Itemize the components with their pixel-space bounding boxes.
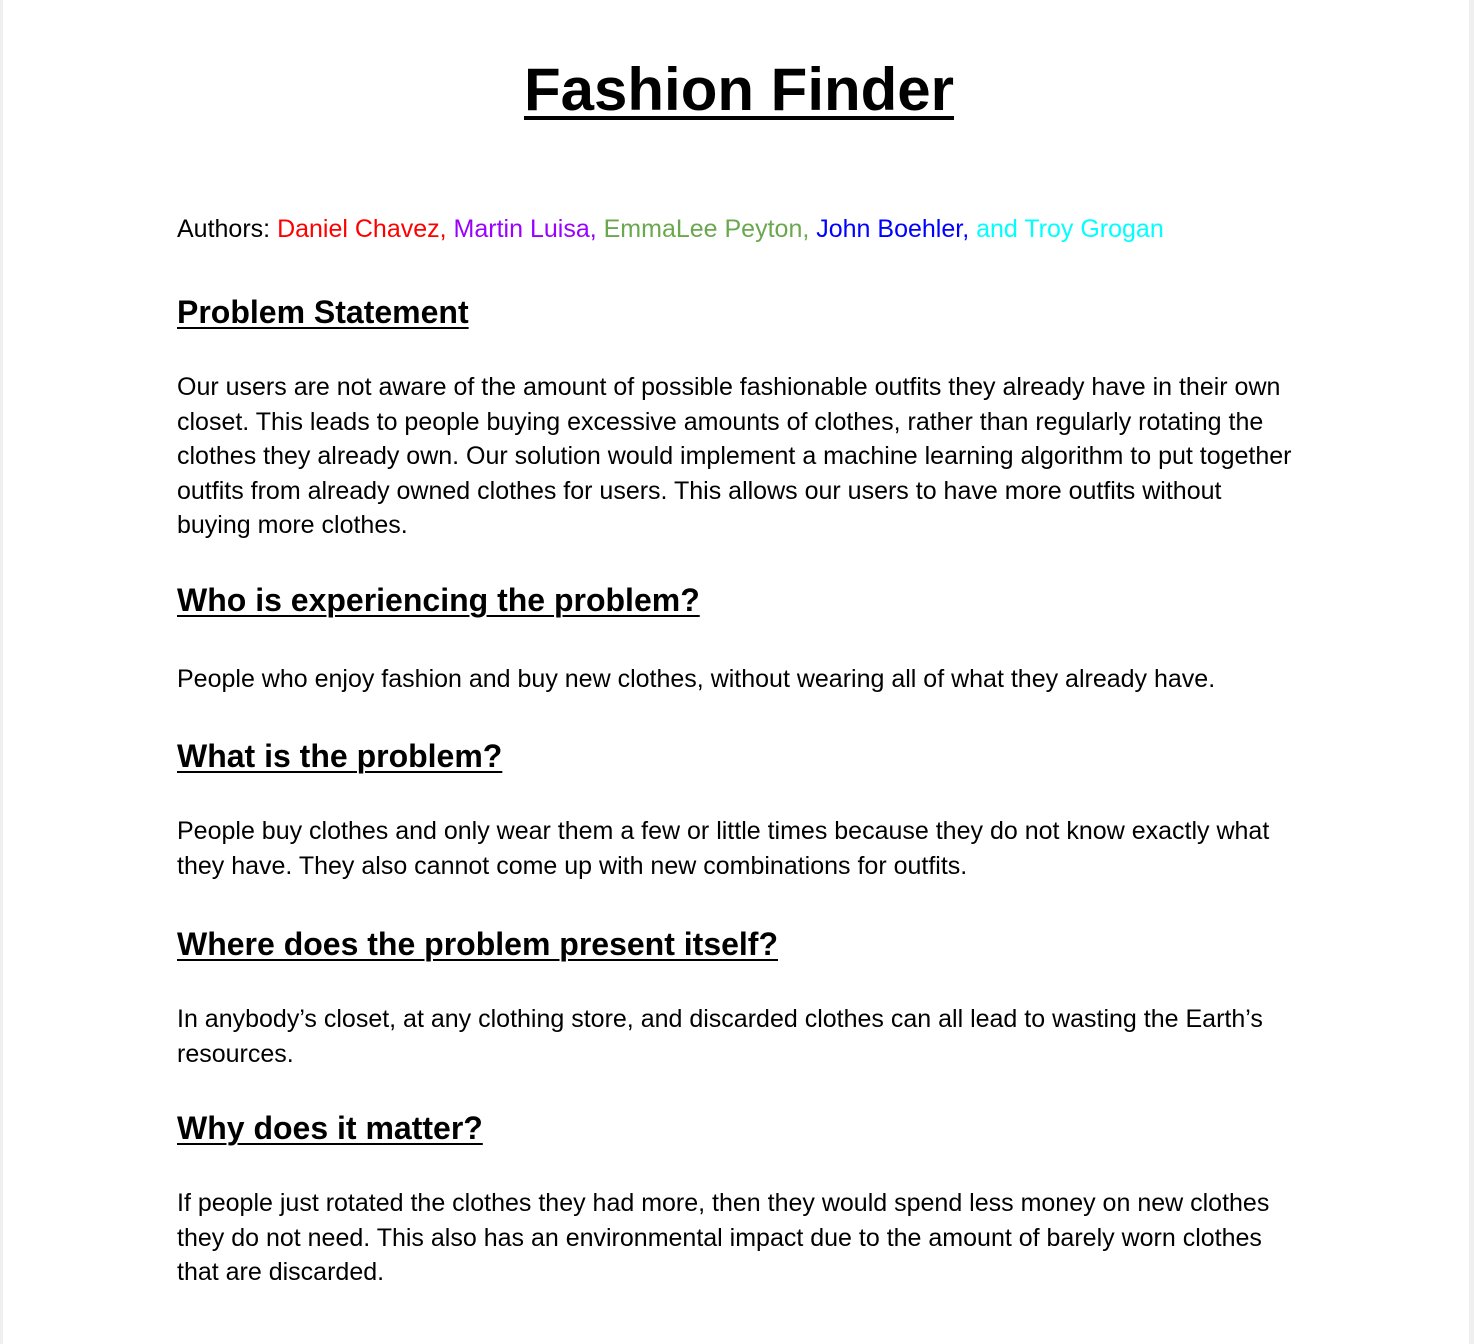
author-name: John Boehler, (816, 215, 970, 243)
section-heading-where: Where does the problem present itself? (177, 926, 778, 962)
section-heading-who: Who is experiencing the problem? (177, 582, 700, 618)
author-name: Martin Luisa, (453, 215, 597, 243)
author-name: Daniel Chavez, (277, 215, 447, 243)
document-page: Fashion Finder Authors: Daniel Chavez, M… (3, 0, 1469, 1344)
section-body-problem-statement: Our users are not aware of the amount of… (177, 373, 1292, 539)
section-body-what: People buy clothes and only wear them a … (177, 817, 1270, 880)
authors-line: Authors: Daniel Chavez, Martin Luisa, Em… (177, 212, 1164, 246)
authors-label: Authors: (177, 215, 278, 243)
author-name: and Troy Grogan (976, 215, 1164, 243)
author-name: EmmaLee Peyton, (603, 215, 810, 243)
section-body-why: If people just rotated the clothes they … (177, 1189, 1270, 1286)
section-heading-why: Why does it matter? (177, 1110, 483, 1146)
section-body-who: People who enjoy fashion and buy new clo… (177, 665, 1216, 693)
section-heading-problem-statement: Problem Statement (177, 294, 469, 330)
document-title: Fashion Finder (523, 56, 955, 123)
section-body-where: In anybody’s closet, at any clothing sto… (177, 1005, 1263, 1068)
section-heading-what: What is the problem? (177, 738, 503, 774)
